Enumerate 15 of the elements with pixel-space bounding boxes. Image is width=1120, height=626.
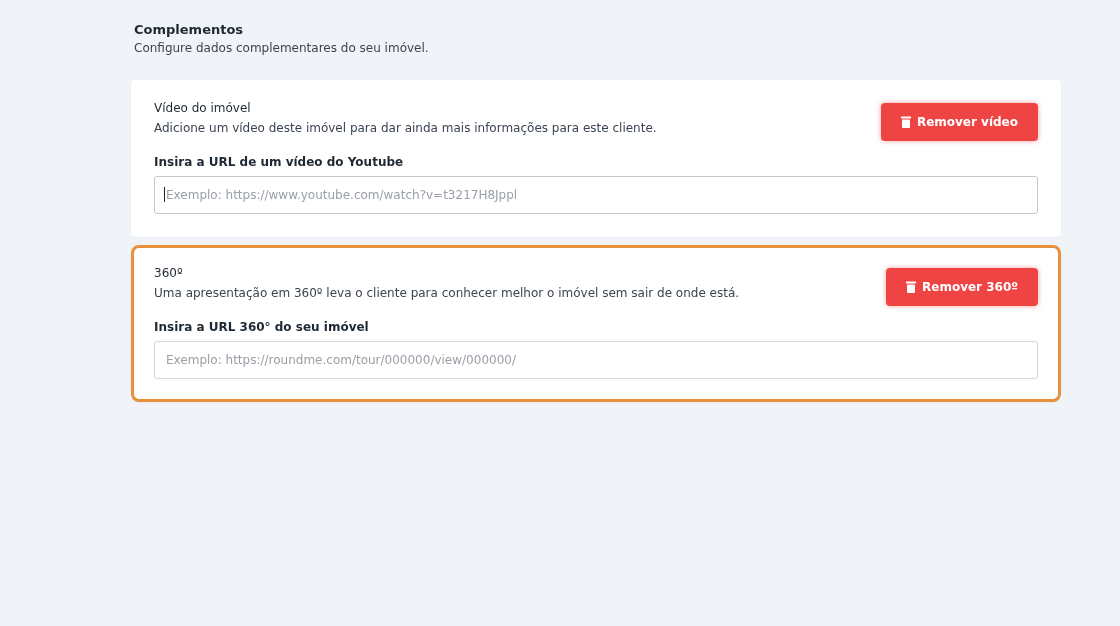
text-cursor [164, 187, 165, 202]
trash-icon [906, 281, 916, 293]
url-input-field[interactable]: Exemplo: https://www.youtube.com/watch?v=t3217H8Jppl [154, 176, 1038, 214]
card-description: Adicione um vídeo deste imóvel para dar ainda mais informações para este cliente. [154, 121, 657, 135]
field-label: Insira a URL 360° do seu imóvel [154, 320, 370, 334]
section-title: Complementos [134, 22, 245, 37]
card-title: 360º [154, 266, 184, 280]
card-description: Uma apresentação em 360º leva o cliente para conhecer melhor o imóvel sem sair de onde está. [154, 286, 740, 300]
field-label: Insira a URL de um vídeo do Youtube [154, 155, 405, 169]
card-title: Vídeo do imóvel [154, 101, 252, 115]
trash-icon [900, 116, 911, 128]
url-input-field[interactable]: Exemplo: https://roundme.com/tour/000000/view/000000/ [154, 341, 1038, 379]
remove-button[interactable]: Remover 360º [886, 268, 1038, 306]
section-subtitle: Configure dados complementares do seu imóvel. [134, 41, 430, 55]
remove-button[interactable]: Remover vídeo [880, 103, 1038, 141]
